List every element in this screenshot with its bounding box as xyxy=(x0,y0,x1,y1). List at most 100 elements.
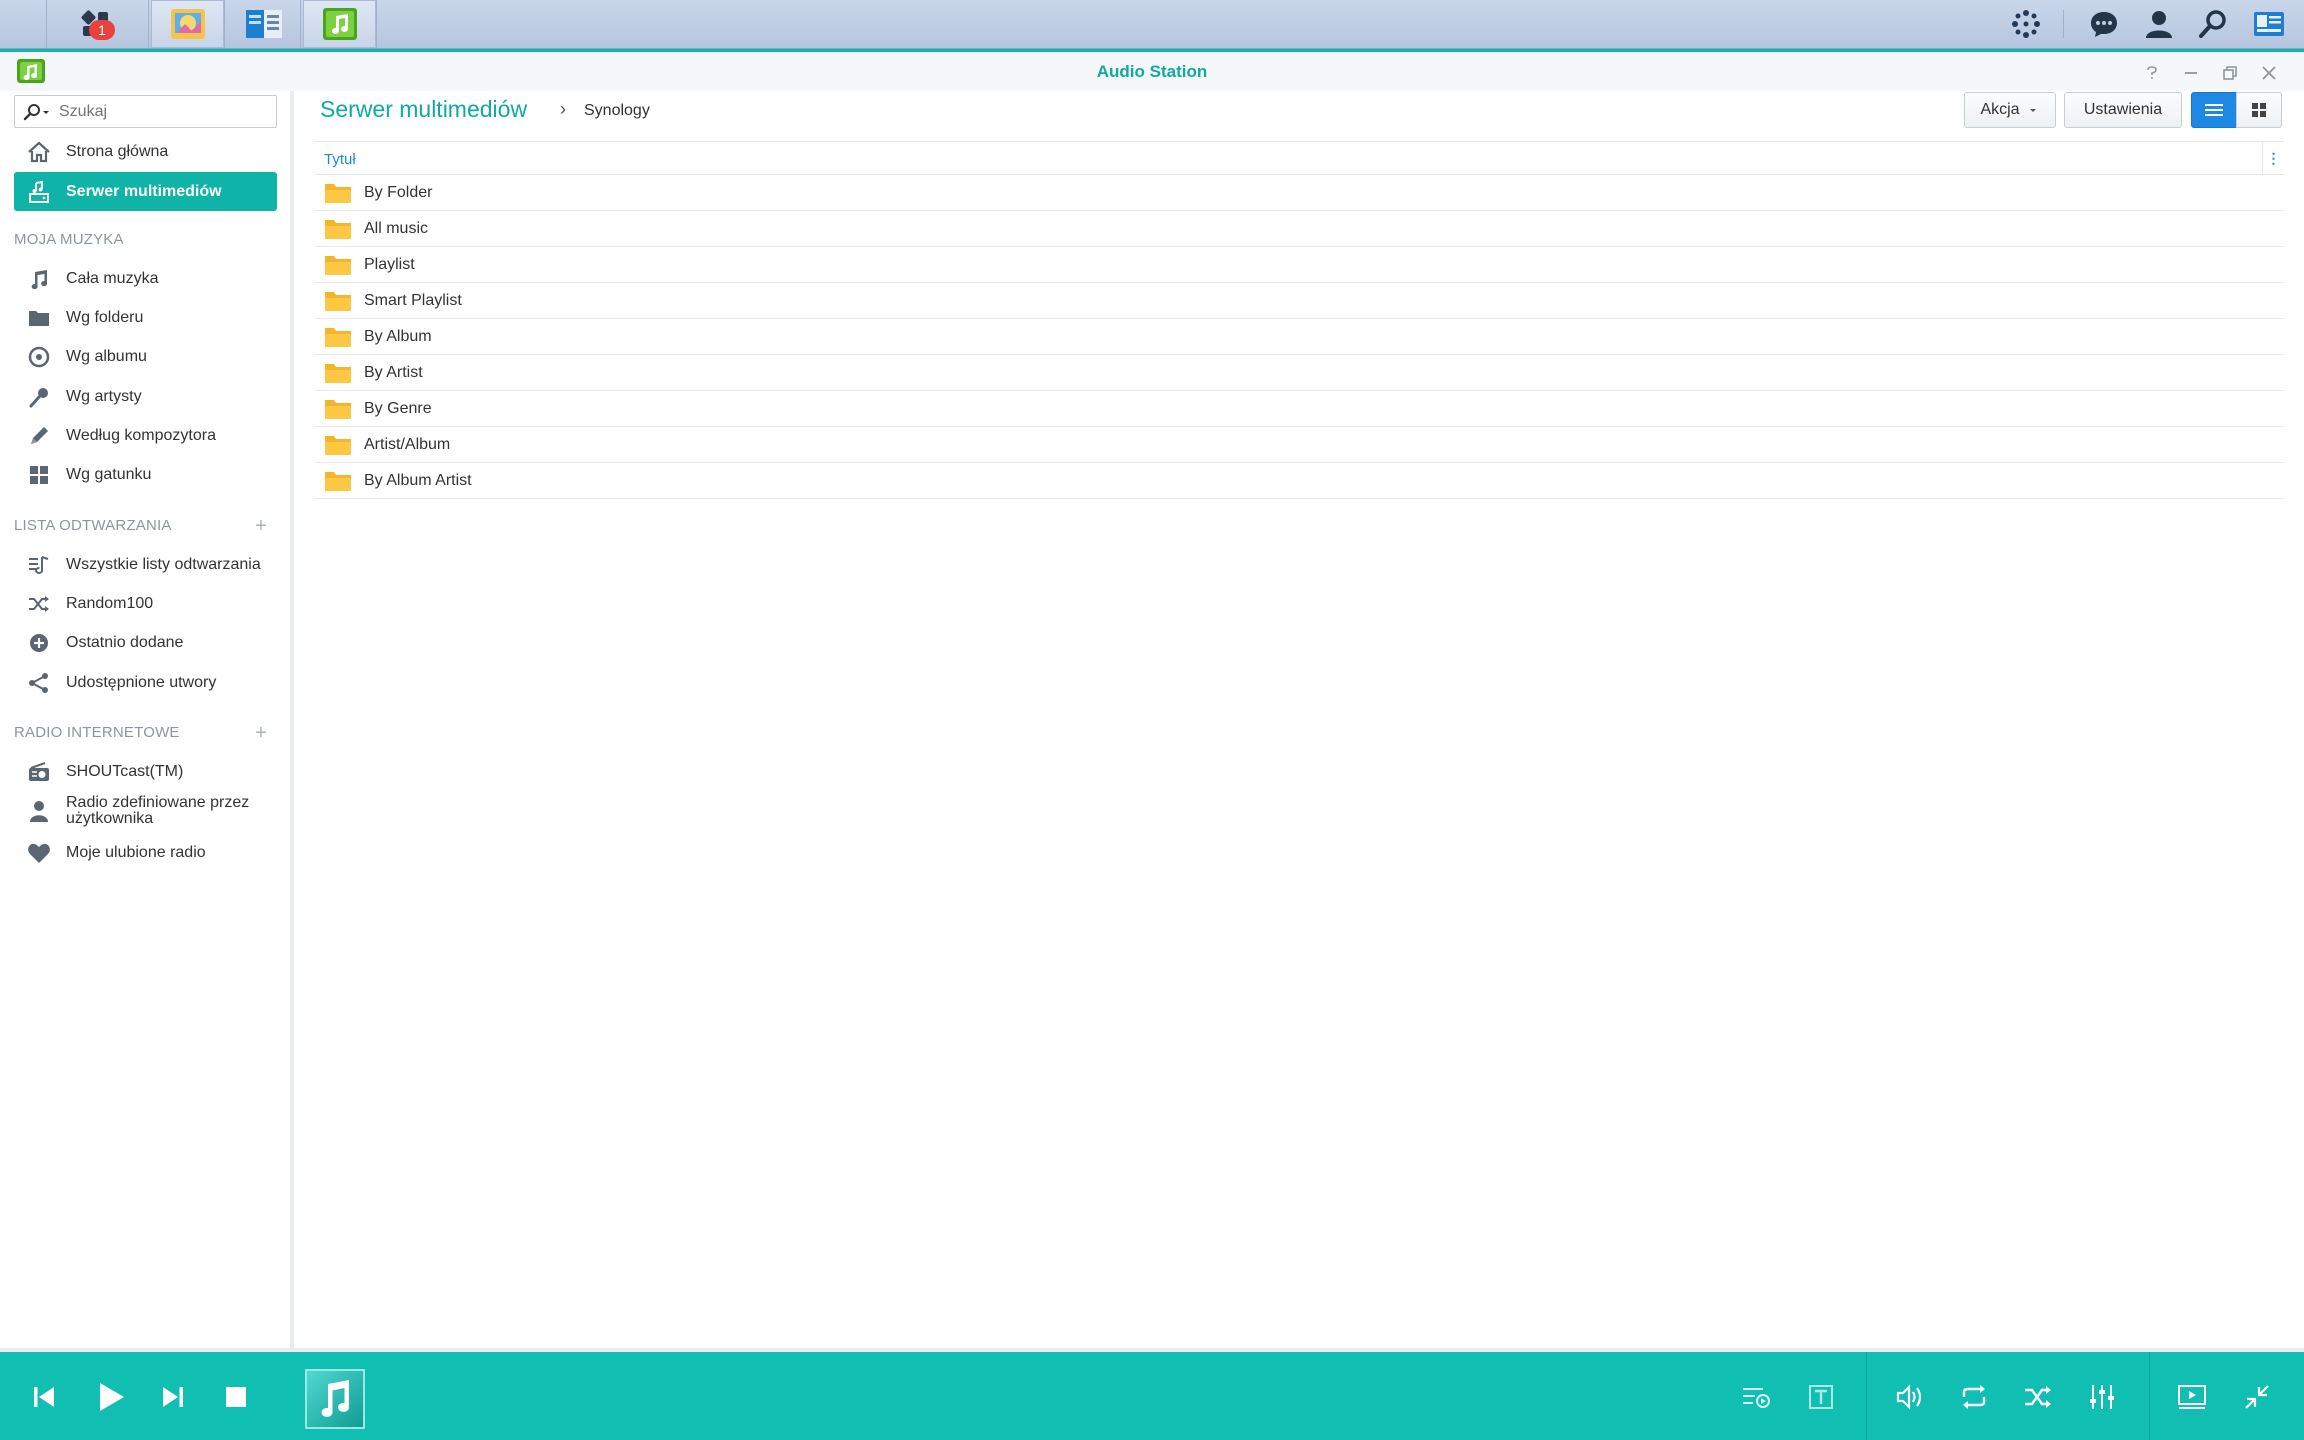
folder-icon xyxy=(325,219,351,239)
shuffle-button[interactable] xyxy=(2017,1376,2059,1418)
row-title: By Genre xyxy=(364,399,432,417)
taskbar: 1 xyxy=(0,0,2304,49)
nav-item-by-artist[interactable]: Wg artysty xyxy=(14,377,277,416)
previous-icon xyxy=(34,1387,54,1407)
nav-item-shoutcast[interactable]: SHOUTcast(TM) xyxy=(14,752,277,791)
nav-item-label: Cała muzyka xyxy=(66,269,159,287)
folder-icon xyxy=(325,255,351,275)
table-row[interactable]: By Album xyxy=(314,319,2284,355)
file-station-icon xyxy=(245,10,282,38)
nav-item-label: Wg artysty xyxy=(66,387,142,405)
mini-player-button[interactable] xyxy=(2171,1376,2213,1418)
breadcrumb-root[interactable]: Serwer multimediów xyxy=(320,96,527,123)
lyrics-button[interactable] xyxy=(1800,1376,1842,1418)
column-header-title[interactable]: Tytuł xyxy=(324,151,356,168)
search-icon xyxy=(2199,10,2226,38)
minimize-button[interactable] xyxy=(2180,62,2202,84)
nav-item-label-line2: użytkownika xyxy=(66,810,154,827)
row-title: By Artist xyxy=(364,363,423,381)
search-button[interactable] xyxy=(2187,0,2239,48)
add-playlist-button[interactable]: + xyxy=(255,515,267,538)
nav-item-all-playlists[interactable]: Wszystkie listy odtwarzania xyxy=(14,545,277,584)
section-header-internet-radio: RADIO INTERNETOWE + xyxy=(14,722,277,744)
music-note-icon xyxy=(321,1380,350,1417)
grid-icon xyxy=(26,462,52,488)
nav-item-media-server[interactable]: Serwer multimediów xyxy=(14,172,277,211)
list-view-icon xyxy=(2205,104,2223,116)
repeat-icon xyxy=(1962,1385,1986,1409)
chat-icon xyxy=(2091,12,2117,37)
nav-item-label: Wg gatunku xyxy=(66,465,152,483)
chat-button[interactable] xyxy=(2078,0,2130,48)
grid-view-button[interactable] xyxy=(2236,92,2282,128)
synology-icon xyxy=(2012,10,2040,38)
heart-icon xyxy=(26,840,52,866)
main-content: Serwer multimediów › Synology Akcja Usta… xyxy=(298,91,2304,1348)
table-row[interactable]: By Artist xyxy=(314,355,2284,391)
widgets-button[interactable] xyxy=(2243,0,2295,48)
restore-button[interactable] xyxy=(2219,62,2241,84)
player-divider xyxy=(2149,1352,2150,1440)
column-menu-button[interactable]: ⋮ xyxy=(2262,142,2284,174)
search-box[interactable] xyxy=(14,95,277,128)
sidebar: Strona główna Serwer multimediów MOJA MU… xyxy=(0,91,294,1348)
nav-item-by-genre[interactable]: Wg gatunku xyxy=(14,455,277,494)
volume-button[interactable] xyxy=(1889,1376,1931,1418)
file-station-button[interactable] xyxy=(227,0,301,48)
nav-item-by-composer[interactable]: Według kompozytora xyxy=(14,416,277,455)
repeat-button[interactable] xyxy=(1953,1376,1995,1418)
settings-button-label: Ustawienia xyxy=(2083,101,2163,118)
window-title: Audio Station xyxy=(1096,62,1208,81)
row-title: Playlist xyxy=(364,255,415,273)
nav-item-by-folder[interactable]: Wg folderu xyxy=(14,298,277,337)
table-row[interactable]: By Genre xyxy=(314,391,2284,427)
equalizer-button[interactable] xyxy=(2081,1376,2123,1418)
table-row[interactable]: By Folder xyxy=(314,175,2284,211)
nav-item-random100[interactable]: Random100 xyxy=(14,584,277,623)
nav-item-label: Serwer multimediów xyxy=(66,182,222,200)
stop-button[interactable] xyxy=(215,1376,257,1418)
table-row[interactable]: Artist/Album xyxy=(314,427,2284,463)
notification-badge: 1 xyxy=(89,20,115,40)
list-view-button[interactable] xyxy=(2191,92,2237,128)
nav-item-user-radio[interactable]: Radio zdefiniowane przez użytkownika xyxy=(14,789,277,833)
nav-item-home[interactable]: Strona główna xyxy=(14,132,277,171)
music-note-icon xyxy=(26,266,52,292)
next-button[interactable] xyxy=(152,1376,194,1418)
user-icon xyxy=(2146,11,2172,38)
album-cover[interactable] xyxy=(305,1369,365,1429)
settings-button[interactable]: Ustawienia xyxy=(2064,92,2182,128)
table-row[interactable]: Playlist xyxy=(314,247,2284,283)
photo-station-icon xyxy=(170,9,205,39)
photo-station-button[interactable] xyxy=(151,0,225,48)
action-button[interactable]: Akcja xyxy=(1964,92,2056,128)
nav-item-all-music[interactable]: Cała muzyka xyxy=(14,259,277,298)
nav-item-favorite-radio[interactable]: Moje ulubione radio xyxy=(14,833,277,872)
previous-button[interactable] xyxy=(23,1376,65,1418)
folder-icon xyxy=(325,363,351,383)
queue-button[interactable] xyxy=(1735,1376,1777,1418)
synology-button[interactable] xyxy=(2000,0,2052,48)
main-menu-button[interactable]: 1 xyxy=(46,0,149,48)
close-button[interactable] xyxy=(2258,62,2280,84)
table-row[interactable]: Smart Playlist xyxy=(314,283,2284,319)
nav-item-by-album[interactable]: Wg albumu xyxy=(14,337,277,376)
breadcrumb-separator: › xyxy=(560,99,566,119)
add-radio-button[interactable]: + xyxy=(255,722,267,745)
lyrics-icon xyxy=(1809,1385,1833,1409)
microphone-icon xyxy=(26,384,52,410)
disc-icon xyxy=(26,344,52,370)
help-button[interactable] xyxy=(2141,62,2163,84)
row-title: By Album Artist xyxy=(364,471,472,489)
search-input[interactable] xyxy=(57,101,257,122)
table-row[interactable]: All music xyxy=(314,211,2284,247)
row-title: By Folder xyxy=(364,183,433,201)
play-button[interactable] xyxy=(90,1376,132,1418)
nav-item-recently-added[interactable]: Ostatnio dodane xyxy=(14,623,277,662)
collapse-button[interactable] xyxy=(2236,1376,2278,1418)
audio-station-taskbar-button[interactable] xyxy=(303,0,377,48)
table-row[interactable]: By Album Artist xyxy=(314,463,2284,499)
nav-item-label-line1: Radio zdefiniowane przez xyxy=(66,794,250,811)
nav-item-shared-songs[interactable]: Udostępnione utwory xyxy=(14,663,277,702)
user-button[interactable] xyxy=(2133,0,2185,48)
